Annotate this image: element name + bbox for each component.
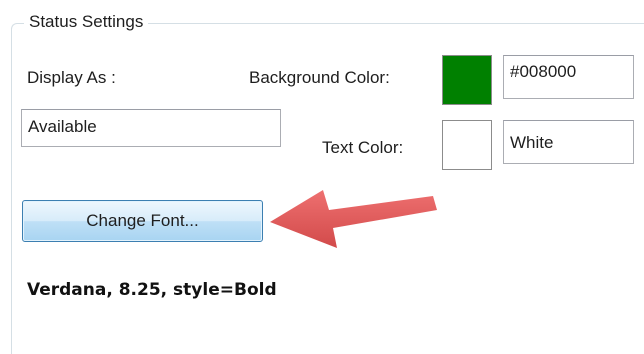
change-font-button[interactable]: Change Font... [22,200,263,242]
text-color-swatch[interactable] [442,120,492,170]
display-as-label: Display As : [27,68,116,87]
text-color-input[interactable]: White [503,120,634,164]
red-arrow-icon [270,190,437,248]
background-color-swatch[interactable] [442,55,492,105]
background-color-input[interactable]: #008000 [503,55,634,99]
display-as-input[interactable]: Available [21,109,281,147]
background-color-label: Background Color: [249,68,390,87]
change-font-button-label: Change Font... [86,211,199,230]
text-color-label: Text Color: [322,138,404,157]
groupbox-title: Status Settings [24,12,149,32]
font-info-text: Verdana, 8.25, style=Bold [27,280,277,300]
